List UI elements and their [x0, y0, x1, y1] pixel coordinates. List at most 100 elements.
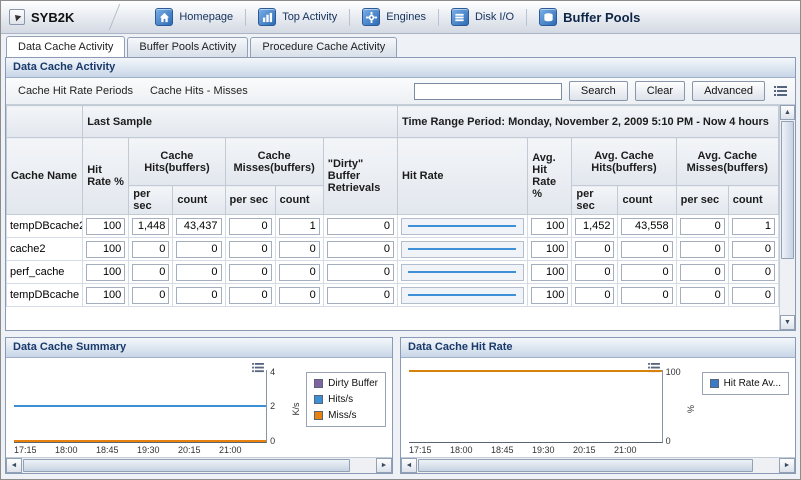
col-misses-count[interactable]: count	[275, 186, 323, 215]
table-row[interactable]: tempDBcache2 100 1,448 43,437 0 1 0 100 …	[7, 215, 779, 238]
nav-buffer-pools-label: Buffer Pools	[563, 10, 640, 25]
search-input[interactable]	[414, 83, 562, 100]
avg-hit-rate-value: 100	[531, 287, 568, 304]
vertical-scrollbar: ▲ ▼	[779, 105, 795, 330]
hit-rate-panel-title: Data Cache Hit Rate	[401, 338, 795, 358]
x-tick-label: 18:00	[55, 445, 96, 457]
summary-panel-title: Data Cache Summary	[6, 338, 392, 358]
top-nav: Homepage Top Activity Engines	[143, 5, 652, 29]
col-avg-misses-per-sec[interactable]: per sec	[676, 186, 728, 215]
hit-rate-y-axis: 100 0	[663, 370, 685, 457]
col-avg-hits-per-sec[interactable]: per sec	[572, 186, 618, 215]
misses-per-sec-value: 0	[229, 287, 272, 304]
scroll-track[interactable]	[417, 458, 779, 473]
title-divider	[109, 4, 121, 30]
cache-name-cell: perf_cache	[7, 261, 83, 284]
column-header-row: Cache Name Hit Rate % Cache Hits(buffers…	[7, 138, 779, 186]
col-avg-cache-hits[interactable]: Avg. Cache Hits(buffers)	[572, 138, 676, 186]
col-hits-per-sec[interactable]: per sec	[129, 186, 173, 215]
hit-rate-avg-swatch	[710, 379, 719, 388]
avg-hits-per-sec-value: 0	[575, 241, 614, 258]
hits-count-value: 0	[176, 264, 221, 281]
x-tick-label: 20:15	[573, 445, 614, 457]
hit-rate-horizontal-scrollbar: ◄ ►	[401, 457, 795, 473]
avg-misses-count-value: 0	[732, 287, 775, 304]
col-misses-per-sec[interactable]: per sec	[225, 186, 275, 215]
hit-rate-sparkline	[401, 264, 524, 281]
x-tick-label: 21:00	[219, 445, 260, 457]
nav-disk-io[interactable]: Disk I/O	[439, 5, 526, 29]
tab-procedure-cache-activity[interactable]: Procedure Cache Activity	[250, 37, 397, 57]
col-avg-hit-rate-pct[interactable]: Avg. Hit Rate %	[528, 138, 572, 215]
group-last-sample: Last Sample	[83, 106, 398, 138]
datasource-name: SYB2K	[31, 10, 74, 25]
scroll-up-arrow[interactable]: ▲	[780, 105, 795, 120]
scroll-thumb[interactable]	[781, 121, 794, 259]
avg-hits-count-value: 43,558	[621, 218, 672, 235]
col-hits-count[interactable]: count	[173, 186, 225, 215]
scroll-down-arrow[interactable]: ▼	[780, 315, 795, 330]
col-avg-misses-count[interactable]: count	[728, 186, 778, 215]
top-activity-icon	[258, 8, 276, 26]
scroll-track[interactable]	[780, 260, 795, 315]
dirty-retrievals-value: 0	[327, 218, 394, 235]
y-tick-label: 0	[270, 436, 275, 446]
scroll-track[interactable]	[22, 458, 376, 473]
col-cache-hits[interactable]: Cache Hits(buffers)	[129, 138, 225, 186]
hit-rate-sparkline	[401, 218, 524, 235]
legend-item-dirty-buffer: Dirty Buffer	[314, 378, 378, 389]
miss-series-line	[14, 440, 266, 442]
col-hit-rate[interactable]: Hit Rate	[397, 138, 527, 215]
link-cache-hits-misses[interactable]: Cache Hits - Misses	[150, 85, 248, 97]
advanced-button[interactable]: Advanced	[692, 81, 765, 101]
table-row[interactable]: perf_cache 100 0 0 0 0 0 100 0 0 0	[7, 261, 779, 284]
avg-misses-per-sec-value: 0	[680, 241, 725, 258]
scroll-right-arrow[interactable]: ►	[779, 458, 795, 473]
nav-top-activity[interactable]: Top Activity	[246, 5, 349, 29]
table-row[interactable]: cache2 100 0 0 0 0 0 100 0 0 0	[7, 238, 779, 261]
nav-engines-label: Engines	[386, 11, 426, 23]
clear-button[interactable]: Clear	[635, 81, 685, 101]
tab-data-cache-activity[interactable]: Data Cache Activity	[6, 36, 125, 57]
col-hit-rate-pct[interactable]: Hit Rate %	[83, 138, 129, 215]
hit-rate-chart-menu-icon[interactable]	[648, 360, 660, 378]
scroll-left-arrow[interactable]: ◄	[401, 458, 417, 473]
avg-hits-per-sec-value: 1,452	[575, 218, 614, 235]
collapse-icon[interactable]	[9, 9, 25, 25]
data-cache-activity-panel: Data Cache Activity Cache Hit Rate Perio…	[5, 57, 796, 331]
link-cache-hit-rate-periods[interactable]: Cache Hit Rate Periods	[18, 85, 133, 97]
scroll-left-arrow[interactable]: ◄	[6, 458, 22, 473]
tab-buffer-pools-activity[interactable]: Buffer Pools Activity	[127, 37, 248, 57]
col-avg-hits-count[interactable]: count	[618, 186, 676, 215]
legend-label: Hits/s	[328, 394, 353, 405]
hits-series-line	[14, 405, 266, 407]
col-cache-name[interactable]: Cache Name	[7, 138, 83, 215]
col-cache-misses[interactable]: Cache Misses(buffers)	[225, 138, 323, 186]
table-row[interactable]: tempDBcache 100 0 0 0 0 0 100 0 0 0	[7, 284, 779, 307]
nav-engines[interactable]: Engines	[350, 5, 438, 29]
data-cache-hit-rate-panel: Data Cache Hit Rate 17:15 18:00 18:45 19…	[400, 337, 796, 474]
hit-rate-plot-area	[409, 370, 663, 443]
scroll-right-arrow[interactable]: ►	[376, 458, 392, 473]
search-button[interactable]: Search	[569, 81, 628, 101]
dirty-buffer-swatch	[314, 379, 323, 388]
scroll-thumb[interactable]	[418, 459, 753, 472]
col-avg-cache-misses[interactable]: Avg. Cache Misses(buffers)	[676, 138, 778, 186]
hits-count-value: 0	[176, 241, 221, 258]
nav-homepage[interactable]: Homepage	[143, 5, 245, 29]
panel-title: Data Cache Activity	[6, 58, 795, 78]
cache-name-cell: cache2	[7, 238, 83, 261]
nav-buffer-pools[interactable]: Buffer Pools	[527, 5, 652, 29]
legend-item-hit-rate-avg: Hit Rate Av...	[710, 378, 781, 389]
avg-hits-count-value: 0	[621, 241, 672, 258]
y-tick-label: 100	[666, 367, 681, 377]
x-tick-label: 18:45	[491, 445, 532, 457]
hits-per-sec-value: 0	[132, 287, 169, 304]
avg-misses-per-sec-value: 0	[680, 218, 725, 235]
summary-chart-menu-icon[interactable]	[252, 360, 264, 378]
col-dirty-buffer-retrievals[interactable]: "Dirty" Buffer Retrievals	[323, 138, 397, 215]
grid-menu-icon[interactable]	[772, 84, 788, 98]
misses-per-sec-value: 0	[229, 218, 272, 235]
misses-count-value: 0	[279, 264, 320, 281]
scroll-thumb[interactable]	[23, 459, 350, 472]
